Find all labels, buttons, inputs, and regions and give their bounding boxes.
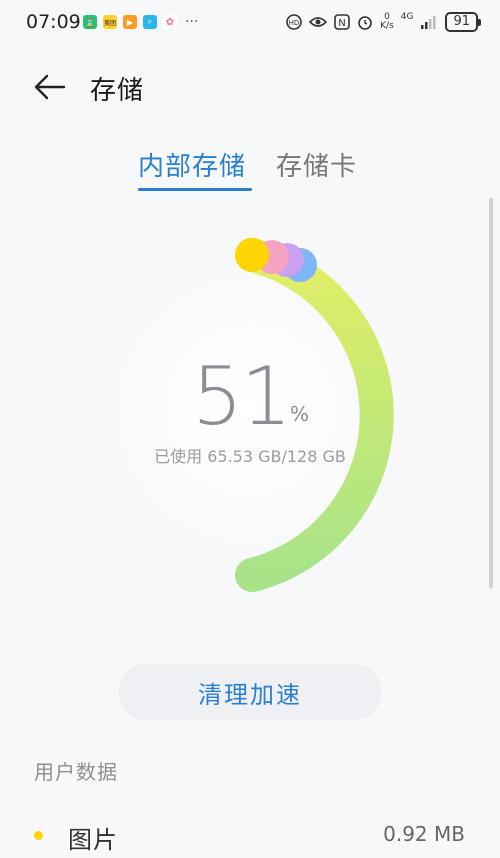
status-bar: 07:09 ⌛ 美团 ▶ ⌕ ✿ ··· HD N 0 K/s 4G 91 (0, 0, 500, 46)
status-app-icons: ⌛ 美团 ▶ ⌕ ✿ ··· (83, 14, 198, 30)
play-app-icon: ▶ (123, 15, 137, 29)
usage-text: 已使用 65.53 GB/128 GB (154, 447, 346, 466)
list-item-pictures[interactable]: 图片 0.92 MB (0, 808, 500, 858)
network-speed: 0 K/s (380, 12, 394, 31)
usage-percent-sign: % (290, 402, 310, 426)
eye-comfort-icon (309, 17, 328, 27)
hd-call-icon: HD (286, 14, 302, 30)
battery-indicator: 91 (445, 12, 481, 32)
list-item-value: 0.92 MB (383, 822, 465, 846)
svg-text:N: N (338, 18, 345, 29)
nfc-icon: N (334, 14, 350, 30)
meituan-app-icon: 美团 (103, 15, 117, 29)
list-item-label: 图片 (68, 826, 118, 854)
gauge-segment-pictures (235, 238, 269, 272)
usage-percent-number: 51 (192, 350, 292, 443)
svg-text:HD: HD (289, 19, 300, 27)
user-data-section-title: 用户数据 (34, 760, 118, 784)
status-time: 07:09 (26, 11, 81, 33)
more-notifications-icon: ··· (185, 14, 199, 30)
clean-accelerate-button[interactable]: 清理加速 (118, 664, 382, 720)
alarm-icon (358, 16, 372, 30)
pictures-color-dot (34, 831, 43, 840)
network-type: 4G (400, 12, 414, 22)
tab-memory-card[interactable]: 存储卡 (276, 146, 357, 183)
status-indicators: HD N 0 K/s 4G 91 (286, 12, 481, 32)
search-app-icon: ⌕ (143, 15, 157, 29)
storage-tabs: 内部存储 存储卡 (0, 140, 500, 196)
page-title: 存储 (90, 76, 145, 106)
signal-icon (421, 16, 436, 29)
tab-internal-storage[interactable]: 内部存储 (138, 146, 246, 183)
hourglass-app-icon: ⌛ (83, 15, 97, 29)
active-tab-indicator (138, 188, 252, 191)
flower-app-icon: ✿ (163, 15, 177, 29)
app-header: 存储 (0, 60, 500, 116)
back-arrow-icon[interactable] (30, 70, 70, 104)
